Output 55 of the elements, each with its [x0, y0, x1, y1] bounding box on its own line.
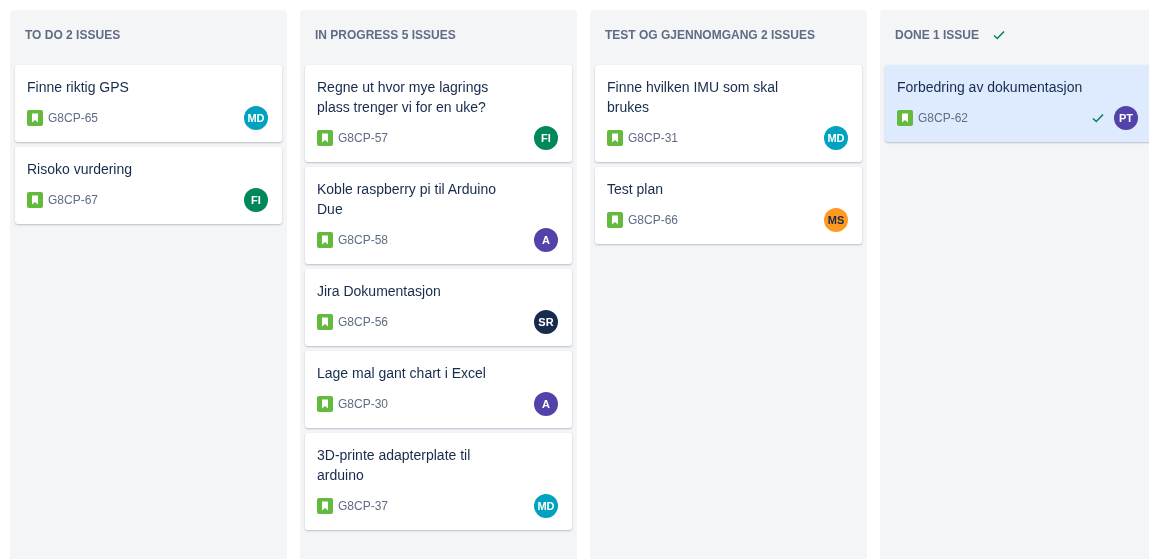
issue-summary: Lage mal gant chart i Excel [317, 364, 487, 383]
issue-key[interactable]: G8CP-62 [918, 109, 969, 127]
issue-card[interactable]: Finne hvilken IMU som skal brukes G8CP-31 MD [595, 65, 862, 162]
bookmark-icon [607, 130, 623, 146]
issue-key[interactable]: G8CP-37 [338, 497, 389, 515]
bookmark-icon [317, 130, 333, 146]
issue-card[interactable]: Risoko vurdering G8CP-67 FI [15, 147, 282, 224]
issue-summary: Koble raspberry pi til Arduino Due [317, 180, 497, 219]
issue-key[interactable]: G8CP-66 [628, 211, 679, 229]
issue-card[interactable]: 3D-printe adapterplate til arduino G8CP-37 MD [305, 433, 572, 530]
issue-summary: Finne riktig GPS [27, 78, 130, 97]
bookmark-icon [317, 498, 333, 514]
issue-summary: Forbedring av dokumentasjon [897, 78, 1084, 97]
issue-card[interactable]: Forbedring av dokumentasjon G8CP-62 PT [885, 65, 1149, 142]
issue-summary: Jira Dokumentasjon [317, 282, 442, 301]
column-title: DONE 1 ISSUE [895, 26, 980, 44]
issue-summary: Finne hvilken IMU som skal brukes [607, 78, 780, 117]
issue-summary: Risoko vurdering [27, 160, 134, 179]
avatar: MD [244, 106, 268, 130]
bookmark-icon [317, 396, 333, 412]
issue-card[interactable]: Lage mal gant chart i Excel G8CP-30 A [305, 351, 572, 428]
issue-key[interactable]: G8CP-57 [338, 129, 389, 147]
issue-key[interactable]: G8CP-30 [338, 395, 389, 413]
issue-key[interactable]: G8CP-67 [48, 191, 99, 209]
avatar: MS [824, 208, 848, 232]
column-title: TEST OG GJENNOMGANG 2 ISSUES [605, 26, 816, 44]
bookmark-icon [27, 110, 43, 126]
issue-key[interactable]: G8CP-58 [338, 231, 389, 249]
avatar: SR [534, 310, 558, 334]
issue-key[interactable]: G8CP-31 [628, 129, 679, 147]
issue-card[interactable]: Koble raspberry pi til Arduino Due G8CP-58 A [305, 167, 572, 264]
issue-summary: Regne ut hvor mye lagrings plass trenger vi for en uke? [317, 78, 490, 117]
issue-key[interactable]: G8CP-56 [338, 313, 389, 331]
bookmark-icon [317, 314, 333, 330]
bookmark-icon [897, 110, 913, 126]
column-title: TO DO 2 ISSUES [25, 26, 121, 44]
issue-card[interactable]: Finne riktig GPS G8CP-65 MD [15, 65, 282, 142]
column-title: IN PROGRESS 5 ISSUES [315, 26, 456, 44]
avatar: PT [1114, 106, 1138, 130]
avatar: MD [824, 126, 848, 150]
issue-key[interactable]: G8CP-65 [48, 109, 99, 127]
check-icon [1092, 113, 1104, 123]
issue-card[interactable]: Jira Dokumentasjon G8CP-56 SR [305, 269, 572, 346]
issue-summary: 3D-printe adapterplate til arduino [317, 446, 472, 485]
avatar: MD [534, 494, 558, 518]
bookmark-icon [317, 232, 333, 248]
issue-card[interactable]: Regne ut hvor mye lagrings plass trenger vi for en uke? G8CP-57 FI [305, 65, 572, 162]
issue-summary: Test plan [607, 180, 665, 199]
avatar: FI [534, 126, 558, 150]
avatar: A [534, 392, 558, 416]
issue-card[interactable]: Test plan G8CP-66 MS [595, 167, 862, 244]
bookmark-icon [27, 192, 43, 208]
bookmark-icon [607, 212, 623, 228]
avatar: A [534, 228, 558, 252]
avatar: FI [244, 188, 268, 212]
